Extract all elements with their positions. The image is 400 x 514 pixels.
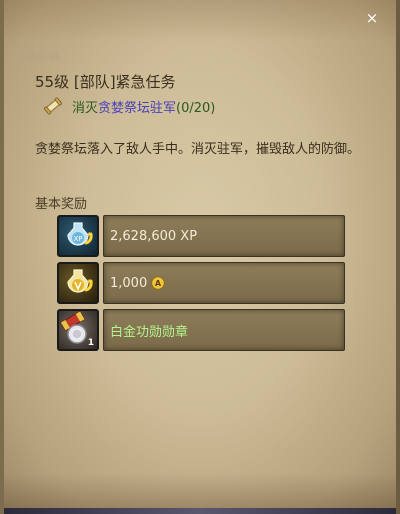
bottom-border (4, 508, 396, 514)
reward-medal-name[interactable]: 白金功勋勋章 (110, 321, 188, 340)
reward-row-xp: XP 2,628,600 XP (57, 215, 345, 257)
coin-glyph: A (155, 279, 162, 288)
gold-potion-icon[interactable] (57, 262, 99, 304)
svg-text:XP: XP (73, 235, 82, 243)
close-button[interactable]: × (362, 8, 382, 28)
objective-progress: (0/20) (176, 100, 216, 116)
mission-objective: 消灭贪婪祭坛驻军(0/20) (43, 96, 215, 116)
mission-title: 55级 [部队]紧急任务 (35, 73, 176, 91)
medal-icon[interactable]: 1 (57, 309, 99, 351)
rewards-section-title: 基本奖励 (35, 197, 88, 212)
close-icon: × (365, 9, 379, 27)
reward-row-gold: 1,000 A (57, 262, 345, 304)
window-header-label: 任务说明 (15, 50, 59, 63)
objective-text: 消灭贪婪祭坛驻军(0/20) (72, 97, 215, 116)
gold-potion-graphic (67, 269, 93, 293)
mission-description: 贪婪祭坛落入了敌人手中。消灭驻军，摧毁敌人的防御。 (35, 142, 361, 157)
reward-row-medal: 1 白金功勋勋章 (57, 309, 345, 351)
quest-window: × 任务说明 55级 [部队]紧急任务 消灭贪婪祭坛驻军(0/20) 贪婪祭坛落… (0, 0, 400, 514)
xp-potion-graphic: XP (67, 222, 93, 246)
reward-xp-amount: 2,628,600 XP (110, 228, 198, 244)
coin-icon: A (151, 276, 166, 290)
reward-medal-quantity: 1 (87, 338, 94, 348)
xp-potion-icon[interactable]: XP (57, 215, 99, 257)
reward-gold-amount: 1,000 (110, 275, 148, 291)
reward-box-gold: 1,000 A (103, 262, 345, 304)
reward-box-xp: 2,628,600 XP (103, 215, 345, 257)
objective-target-link[interactable]: 贪婪祭坛驻军 (98, 101, 176, 116)
objective-prefix: 消灭 (72, 100, 99, 116)
scroll-icon (44, 97, 62, 115)
reward-box-medal: 白金功勋勋章 (103, 309, 345, 351)
